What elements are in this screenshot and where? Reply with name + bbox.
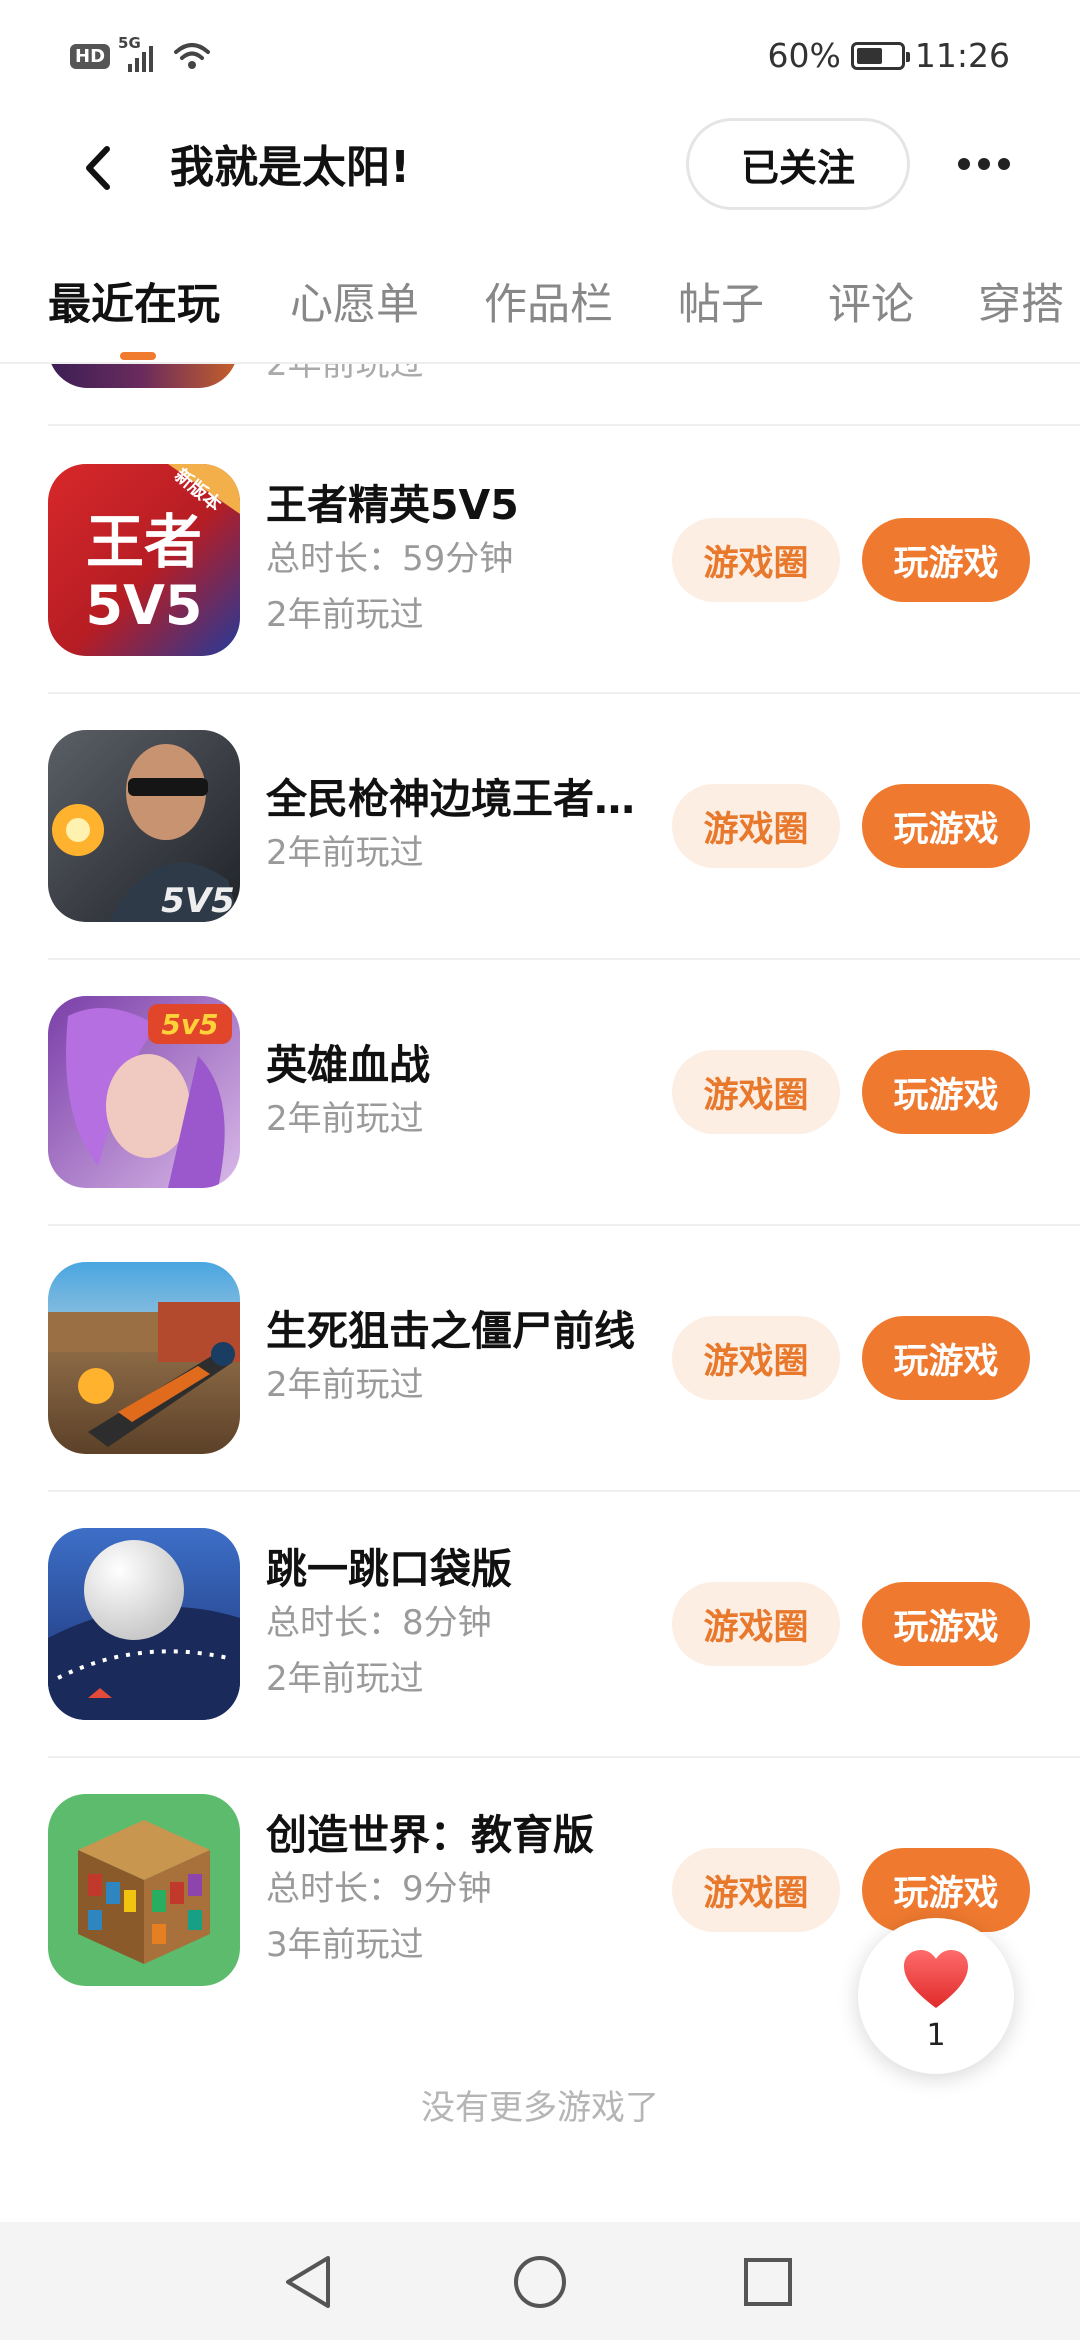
more-dot-icon <box>958 158 970 170</box>
game-circle-button[interactable]: 游戏圈 <box>672 784 840 868</box>
game-circle-button[interactable]: 游戏圈 <box>672 1050 840 1134</box>
game-last-played: 2年前玩过 <box>266 833 424 873</box>
status-right: 60% 11:26 <box>768 36 1010 75</box>
tab-recent-play[interactable]: 最近在玩 <box>48 270 220 332</box>
chevron-left-icon <box>86 146 110 190</box>
list-item[interactable]: 新版本 王者 5V5 王者精英5V5 总时长：59分钟 2年前玩过 游戏圈 玩游… <box>0 426 1080 692</box>
nav-home-button[interactable] <box>508 2250 572 2314</box>
tab-indicator <box>120 352 156 360</box>
page-title: 我就是太阳! <box>170 142 411 193</box>
game-circle-button[interactable]: 游戏圈 <box>672 1582 840 1666</box>
shengsi-juji-icon[interactable] <box>48 1262 240 1454</box>
game-list[interactable]: 2年前玩过 新版本 王者 5V5 王者精英5V5 总时长：59分钟 2年前玩过 … <box>0 364 1080 2164</box>
hd-badge: HD <box>70 43 111 69</box>
wifi-icon <box>174 43 211 69</box>
nav-home-icon <box>514 2256 566 2308</box>
more-options-button[interactable] <box>948 136 1020 192</box>
game-circle-button[interactable]: 游戏圈 <box>672 1848 840 1932</box>
icon-subtitle: 5V5 <box>86 574 203 637</box>
tab-bar: 最近在玩 心愿单 作品栏 帖子 评论 穿搭 <box>0 258 1080 362</box>
tab-works[interactable]: 作品栏 <box>484 270 613 332</box>
game-name: 英雄血战 <box>266 1041 430 1089</box>
app-header: 我就是太阳! 已关注 <box>0 118 1080 218</box>
play-game-button[interactable]: 玩游戏 <box>862 1316 1030 1400</box>
status-left: HD 5G <box>70 34 212 72</box>
yingxiong-xuezhan-icon[interactable]: 5v5 <box>48 996 240 1188</box>
game-last-played: 2年前玩过 <box>266 1659 424 1699</box>
play-game-button[interactable]: 玩游戏 <box>862 1582 1030 1666</box>
chuangzao-shijie-icon[interactable] <box>48 1794 240 1986</box>
icon-title: 5V5 <box>161 881 235 921</box>
game-icon[interactable] <box>48 364 238 388</box>
list-item[interactable]: 5v5 英雄血战 2年前玩过 游戏圈 玩游戏 <box>0 958 1080 1224</box>
play-game-button[interactable]: 玩游戏 <box>862 1050 1030 1134</box>
game-name: 创造世界：教育版 <box>266 1811 594 1859</box>
game-name: 跳一跳口袋版 <box>266 1545 512 1593</box>
system-nav-bar <box>0 2222 1080 2340</box>
like-button[interactable]: 1 <box>858 1918 1014 2074</box>
game-circle-button[interactable]: 游戏圈 <box>672 518 840 602</box>
tab-posts[interactable]: 帖子 <box>678 270 764 332</box>
like-count: 1 <box>926 2018 946 2053</box>
game-name: 王者精英5V5 <box>266 481 519 529</box>
more-dot-icon <box>978 158 990 170</box>
tiaoyitiao-icon[interactable] <box>48 1528 240 1720</box>
game-circle-button[interactable]: 游戏圈 <box>672 1316 840 1400</box>
tab-wishlist[interactable]: 心愿单 <box>290 270 419 332</box>
more-dot-icon <box>998 158 1010 170</box>
quanmin-qiangshen-icon[interactable]: 5V5 <box>48 730 240 922</box>
play-game-button[interactable]: 玩游戏 <box>862 518 1030 602</box>
signal-icon: 5G <box>118 34 164 72</box>
no-more-games-note: 没有更多游戏了 <box>421 2088 659 2128</box>
nav-recents-button[interactable] <box>736 2250 800 2314</box>
list-item[interactable]: 5V5 全民枪神边境王者… 2年前玩过 游戏圈 玩游戏 <box>0 692 1080 958</box>
tab-comments[interactable]: 评论 <box>828 270 914 332</box>
icon-title: 王者 <box>86 508 202 576</box>
game-last-played: 2年前玩过 <box>266 364 424 384</box>
nav-recents-icon <box>744 2258 792 2306</box>
game-total-time: 总时长：9分钟 <box>266 1869 492 1909</box>
wangzhe-5v5-icon[interactable]: 新版本 王者 5V5 <box>48 464 240 656</box>
list-item[interactable]: 跳一跳口袋版 总时长：8分钟 2年前玩过 游戏圈 玩游戏 <box>0 1490 1080 1756</box>
status-bar: HD 5G 60% 11:26 <box>0 0 1080 118</box>
game-total-time: 总时长：8分钟 <box>266 1603 492 1643</box>
game-last-played: 3年前玩过 <box>266 1925 424 1965</box>
game-last-played: 2年前玩过 <box>266 595 424 635</box>
battery-icon <box>850 41 910 70</box>
game-name: 全民枪神边境王者… <box>266 775 635 823</box>
heart-icon <box>904 1950 968 2008</box>
play-game-button[interactable]: 玩游戏 <box>862 784 1030 868</box>
icon-title: 5v5 <box>161 1008 218 1041</box>
tab-outfits[interactable]: 穿搭 <box>978 270 1064 332</box>
nav-back-icon <box>286 2256 330 2308</box>
game-last-played: 2年前玩过 <box>266 1099 424 1139</box>
game-total-time: 总时长：59分钟 <box>266 539 514 579</box>
list-item[interactable]: 生死狙击之僵尸前线 2年前玩过 游戏圈 玩游戏 <box>0 1224 1080 1490</box>
battery-percent: 60% <box>767 36 841 75</box>
nav-back-button[interactable] <box>276 2250 340 2314</box>
back-button[interactable] <box>70 140 126 196</box>
clock: 11:26 <box>914 36 1010 75</box>
follow-button[interactable]: 已关注 <box>686 118 910 210</box>
game-name: 生死狙击之僵尸前线 <box>266 1307 635 1355</box>
game-last-played: 2年前玩过 <box>266 1365 424 1405</box>
